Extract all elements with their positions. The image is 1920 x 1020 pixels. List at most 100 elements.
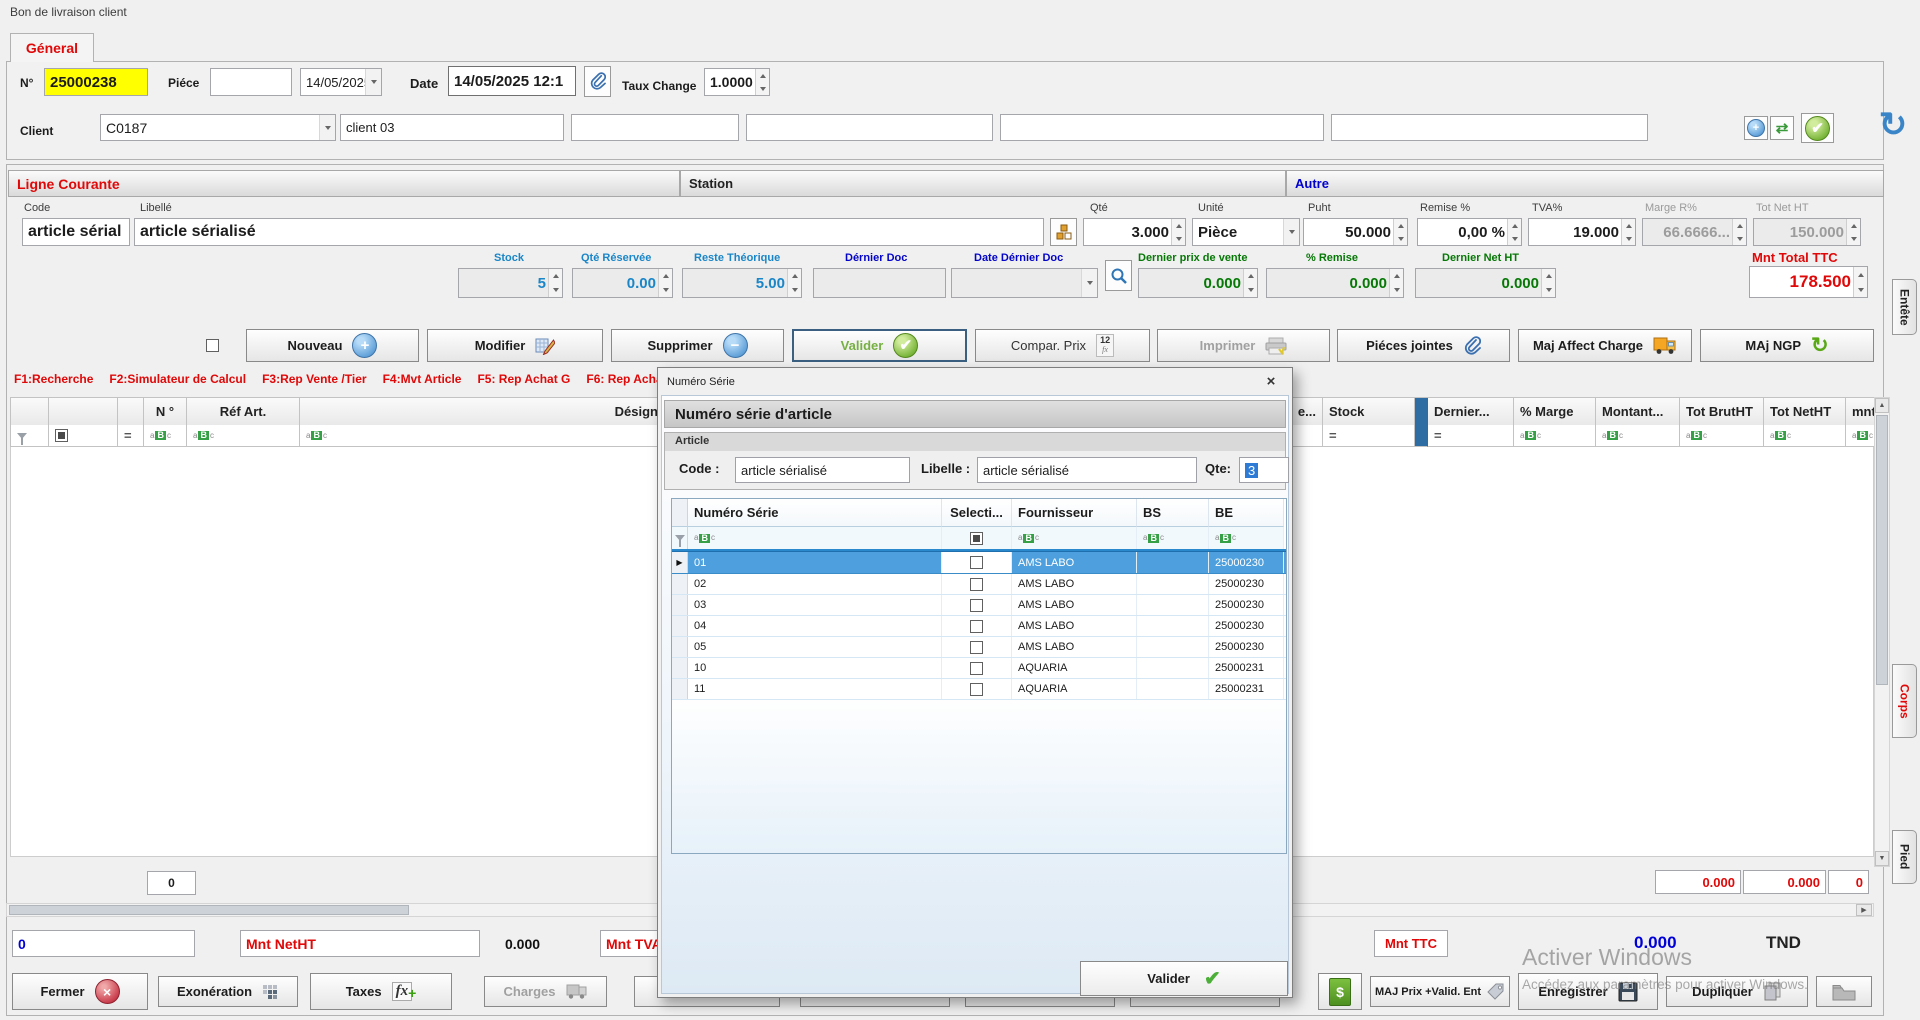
grid-filter-cell-1[interactable] (49, 425, 118, 447)
filter-cell[interactable]: aBc (688, 527, 942, 549)
dropdown-arrow-icon[interactable] (365, 69, 381, 95)
grid-col-header-2[interactable] (118, 398, 144, 426)
vertical-scrollbar[interactable]: ▲ ▼ (1874, 397, 1890, 867)
select-cell[interactable] (942, 552, 1012, 573)
client-code-combo[interactable]: C0187 (100, 114, 336, 141)
modal-qte-input[interactable]: 3 (1239, 457, 1289, 483)
grid-filter-cell-3[interactable]: aBc (144, 425, 187, 447)
select-cell[interactable] (942, 595, 1012, 615)
attachment-button[interactable] (584, 66, 611, 97)
serial-row[interactable]: 11AQUARIA25000231 (672, 679, 1286, 700)
vscroll-thumb[interactable] (1876, 415, 1888, 685)
modal-valider-button[interactable]: Valider ✔ (1080, 961, 1288, 996)
grid-col-header-9[interactable] (1415, 398, 1428, 426)
dropdown-arrow-icon[interactable] (1283, 219, 1299, 245)
spinner-arrows-icon[interactable] (1393, 219, 1407, 245)
puht-input[interactable]: 50.000 (1303, 218, 1408, 246)
spinner-arrows-icon[interactable] (1621, 219, 1635, 245)
serial-col-selection[interactable]: Selecti... (942, 499, 1012, 527)
grid-col-header-11[interactable]: % Marge (1514, 398, 1596, 426)
row-checkbox[interactable] (970, 556, 983, 569)
refresh-client-button[interactable]: ⇄ (1770, 116, 1794, 140)
num-input[interactable]: 25000238 (44, 68, 148, 96)
row-checkbox[interactable] (970, 683, 983, 696)
row-checkbox[interactable] (970, 662, 983, 675)
client-extra-field-4[interactable] (1331, 114, 1648, 141)
grid-filter-cell-0[interactable] (11, 425, 49, 447)
serial-row[interactable]: 02AMS LABO25000230 (672, 574, 1286, 595)
serial-row[interactable]: 04AMS LABO25000230 (672, 616, 1286, 637)
vscroll-up-arrow[interactable]: ▲ (1875, 398, 1889, 413)
grid-col-header-10[interactable]: Dernier... (1428, 398, 1514, 426)
grid-col-header-1[interactable] (49, 398, 118, 426)
serial-col-bs[interactable]: BS (1137, 499, 1209, 527)
select-cell[interactable] (942, 637, 1012, 657)
spinner-arrows-icon[interactable] (1507, 219, 1521, 245)
grid-col-header-4[interactable]: Réf Art. (187, 398, 300, 426)
qte-input[interactable]: 3.000 (1083, 218, 1186, 246)
autre-header[interactable]: Autre (1286, 170, 1884, 197)
grid-col-header-8[interactable]: Stock (1323, 398, 1415, 426)
toolbar-checkbox[interactable] (206, 339, 219, 352)
hscroll-right-arrow[interactable]: ▶ (1856, 904, 1872, 916)
grid-col-header-0[interactable] (11, 398, 49, 426)
grid-filter-cell-12[interactable]: aBc (1596, 425, 1680, 447)
row-checkbox[interactable] (970, 620, 983, 633)
select-cell[interactable] (942, 616, 1012, 636)
dupliquer-button[interactable]: Dupliquer (1666, 976, 1808, 1007)
row-checkbox[interactable] (970, 578, 983, 591)
confirm-client-button[interactable]: ✔ (1801, 113, 1834, 143)
select-cell[interactable] (942, 574, 1012, 594)
code-input[interactable]: article sérial (22, 218, 130, 246)
date-short-combo[interactable]: 14/05/2025 (300, 68, 382, 96)
taux-change-input[interactable]: 1.0000 (704, 68, 770, 96)
tab-corps[interactable]: Corps (1892, 664, 1917, 738)
serial-col-fournisseur[interactable]: Fournisseur (1012, 499, 1137, 527)
tab-pied[interactable]: Pied (1892, 830, 1917, 884)
serial-row[interactable]: ▶01AMS LABO25000230 (672, 551, 1286, 574)
article-blocks-button[interactable] (1050, 218, 1077, 246)
dropdown-arrow-icon[interactable] (319, 115, 335, 140)
filter-cell[interactable]: aBc (1012, 527, 1137, 549)
row-checkbox[interactable] (970, 599, 983, 612)
spinner-arrows-icon[interactable] (1171, 219, 1185, 245)
modifier-button[interactable]: Modifier (427, 329, 603, 362)
grid-col-header-14[interactable]: Tot NetHT (1764, 398, 1846, 426)
dollar-book-button[interactable]: $ (1318, 973, 1362, 1010)
serial-row[interactable]: 03AMS LABO25000230 (672, 595, 1286, 616)
client-extra-field-1[interactable] (571, 114, 739, 141)
grid-filter-cell-4[interactable]: aBc (187, 425, 300, 447)
tab-general[interactable]: Géneral (10, 33, 94, 62)
select-cell[interactable] (942, 679, 1012, 699)
maj-affect-charge-button[interactable]: Maj Affect Charge (1518, 329, 1692, 362)
client-name-field[interactable]: client 03 (340, 114, 564, 141)
sync-button[interactable]: ↻ (1872, 104, 1914, 146)
piece-input[interactable] (210, 68, 292, 96)
grid-col-header-3[interactable]: N ° (144, 398, 187, 426)
serial-row[interactable]: 05AMS LABO25000230 (672, 637, 1286, 658)
grid-filter-cell-2[interactable]: = (118, 425, 144, 447)
add-client-button[interactable]: + (1744, 116, 1768, 140)
maj-ngp-button[interactable]: MAj NGP↻ (1700, 329, 1874, 362)
select-cell[interactable] (942, 658, 1012, 678)
grid-filter-cell-5[interactable]: aBc (300, 425, 691, 447)
enregistrer-button[interactable]: Enregistrer (1518, 973, 1658, 1010)
grid-filter-cell-13[interactable]: aBc (1680, 425, 1764, 447)
filter-cell[interactable]: aBc (1209, 527, 1284, 549)
grid-filter-cell-8[interactable]: = (1323, 425, 1415, 447)
row-checkbox[interactable] (970, 641, 983, 654)
dropdown-arrow-icon[interactable] (1081, 269, 1097, 297)
maj-prix-button[interactable]: MAJ Prix +Valid. Ent (1370, 976, 1510, 1007)
client-extra-field-3[interactable] (1000, 114, 1324, 141)
serial-col-be[interactable]: BE (1209, 499, 1284, 527)
exoneration-button[interactable]: Exonération (158, 976, 298, 1007)
comparer-prix-button[interactable]: Compar. Prix12fx (975, 329, 1150, 362)
filter-cell[interactable] (942, 527, 1012, 549)
pieces-jointes-button[interactable]: Piéces jointes (1337, 329, 1510, 362)
taxes-button[interactable]: Taxesfx+ (310, 973, 452, 1010)
close-icon[interactable]: × (1259, 373, 1283, 390)
filter-cell[interactable]: aBc (1137, 527, 1209, 549)
search-article-button[interactable] (1105, 260, 1132, 291)
hscroll-thumb[interactable] (9, 905, 409, 915)
client-extra-field-2[interactable] (746, 114, 993, 141)
